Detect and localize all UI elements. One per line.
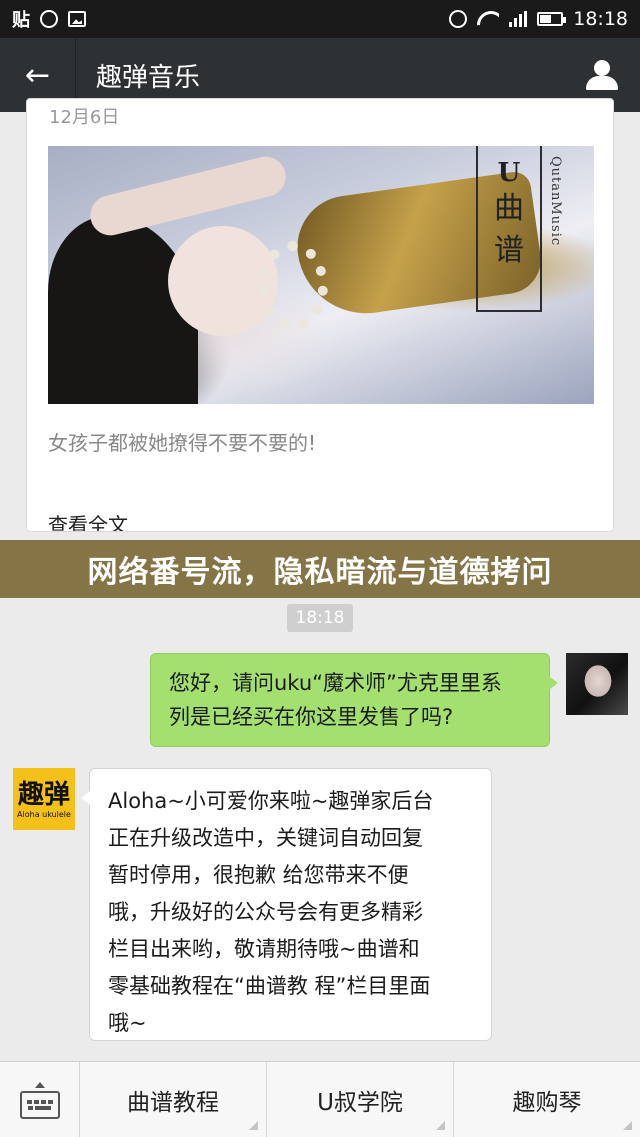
- bottom-menu: 曲谱教程 U叔学院 趣购琴: [0, 1061, 640, 1137]
- article-date: 12月6日: [49, 107, 120, 128]
- account-avatar[interactable]: 趣弹 Aloha ukulele: [13, 768, 75, 830]
- message-line: 哦~: [108, 1011, 147, 1035]
- qupu-logo: U 曲 谱: [476, 146, 542, 312]
- keyboard-toggle-button[interactable]: [0, 1062, 80, 1137]
- status-time: 18:18: [573, 8, 628, 30]
- message-line: 您好，请问uku“魔术师”尤克里里系: [169, 671, 502, 695]
- avatar-logo-subtext: Aloha ukulele: [17, 809, 71, 819]
- submenu-indicator-icon: [436, 1121, 445, 1130]
- battery-icon: [537, 12, 567, 26]
- qutanmusic-brand: QutanMusic: [548, 156, 563, 247]
- incoming-message-bubble[interactable]: Aloha~小可爱你来啦~趣弹家后台 正在升级改造中，关键词自动回复 暂时停用，…: [81, 768, 492, 1041]
- notification-q-icon: [40, 10, 58, 28]
- caret-up-icon: [34, 1081, 45, 1088]
- article-cover-image[interactable]: U 曲 谱 QutanMusic: [48, 146, 594, 404]
- user-avatar[interactable]: [566, 653, 628, 715]
- message-line: 零基础教程在“曲谱教 程”栏目里面: [108, 974, 431, 998]
- submenu-indicator-icon: [249, 1121, 258, 1130]
- message-line: 栏目出来哟，敬请期待哦~曲谱和: [108, 937, 420, 961]
- menu-item-buy-instrument[interactable]: 趣购琴: [454, 1062, 640, 1137]
- message-line: 正在升级改造中，关键词自动回复: [108, 826, 423, 850]
- keyboard-icon: [19, 1090, 60, 1119]
- menu-item-label: 曲谱教程: [127, 1090, 219, 1116]
- wifi-icon: [477, 11, 499, 27]
- message-timestamp: 18:18: [287, 604, 353, 632]
- article-description: 女孩子都被她撩得不要不要的!: [48, 431, 317, 455]
- menu-item-label: U叔学院: [317, 1090, 403, 1116]
- message-line: Aloha~小可爱你来啦~趣弹家后台: [108, 789, 434, 813]
- article-card[interactable]: 12月6日 U 曲 谱 QutanMusic 女孩子都被她撩得不要不要的! 查看…: [26, 98, 614, 532]
- avatar-logo-text: 趣弹: [17, 779, 70, 810]
- person-icon: [585, 60, 619, 90]
- status-app-text: 贴: [12, 10, 30, 31]
- image-icon: [68, 11, 86, 27]
- status-bar: 贴 18:18: [0, 0, 640, 38]
- signal-icon: [509, 11, 528, 27]
- message-line: 列是已经买在你这里发售了吗?: [169, 705, 454, 729]
- read-full-article-link[interactable]: 查看全文: [48, 509, 128, 531]
- overlay-banner: 网络番号流，隐私暗流与道德拷问: [0, 540, 640, 598]
- menu-item-qupu-tutorial[interactable]: 曲谱教程: [80, 1062, 267, 1137]
- message-line: 暂时停用，很抱歉 给您带来不便: [108, 863, 409, 887]
- outgoing-message-bubble[interactable]: 您好，请问uku“魔术师”尤克里里系 列是已经买在你这里发售了吗?: [150, 653, 558, 747]
- arrow-left-icon: ←: [24, 57, 51, 93]
- message-line: 哦，升级好的公众号会有更多精彩: [108, 900, 423, 924]
- alarm-icon: [449, 10, 468, 28]
- submenu-indicator-icon: [623, 1121, 632, 1130]
- menu-item-label: 趣购琴: [512, 1090, 582, 1116]
- page-title: 趣弹音乐: [96, 62, 201, 93]
- menu-item-u-academy[interactable]: U叔学院: [267, 1062, 454, 1137]
